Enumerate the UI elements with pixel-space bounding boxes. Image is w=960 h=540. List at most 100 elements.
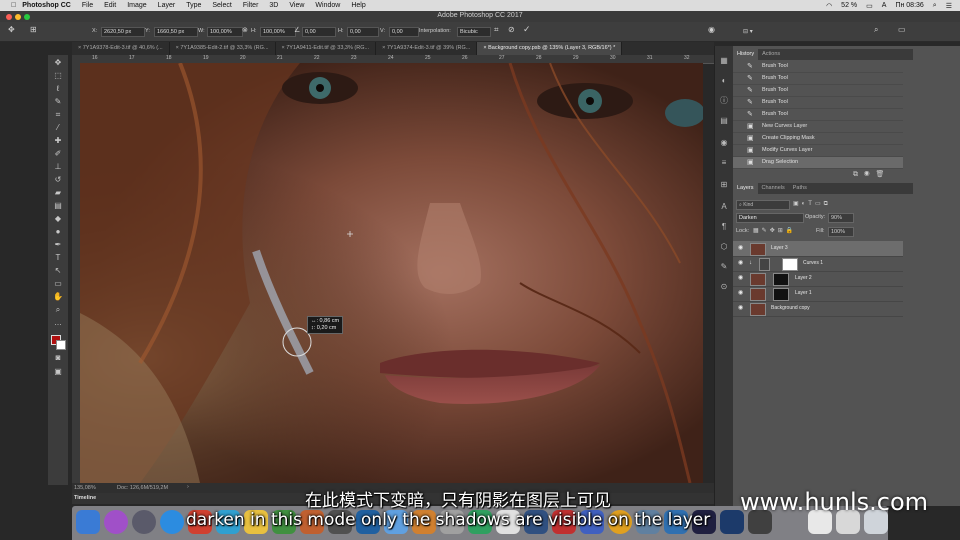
3d-panel-icon[interactable]: ⬡ <box>719 242 729 252</box>
layer-name[interactable]: Layer 2 <box>795 271 812 286</box>
history-item-current[interactable]: ▣ Drag Selection <box>733 157 903 169</box>
adjustments-panel-icon[interactable]: ≡ <box>719 158 729 168</box>
input-language[interactable]: A <box>882 2 887 9</box>
quick-select-tool-icon[interactable]: ✎ <box>52 97 64 107</box>
layer-name[interactable]: Layer 3 <box>771 241 788 256</box>
link-icon[interactable]: ⊗ <box>242 26 248 34</box>
interpolation-select[interactable]: Bicubic <box>457 27 491 37</box>
properties-panel-icon[interactable]: ⊞ <box>719 180 729 190</box>
layer-row[interactable]: ◉ Background copy <box>733 301 903 317</box>
background-color-swatch[interactable] <box>56 340 66 350</box>
lasso-tool-icon[interactable]: ℓ <box>52 84 64 94</box>
apple-icon[interactable]:  <box>11 2 16 9</box>
workspace-select[interactable]: ⊟ ▾ <box>743 28 753 35</box>
layer-row[interactable]: ◉ Layer 1 <box>733 286 903 302</box>
opacity-field[interactable]: 90% <box>828 213 854 223</box>
menu-3d[interactable]: 3D <box>269 2 278 9</box>
menu-window[interactable]: Window <box>315 2 340 9</box>
visibility-eye-icon[interactable]: ◉ <box>738 286 743 301</box>
workspace-icon[interactable]: ▭ <box>898 25 906 34</box>
history-panel-icon[interactable]: ▦ <box>719 56 729 66</box>
move-tool-icon[interactable]: ✥ <box>52 58 64 68</box>
marquee-tool-icon[interactable]: ⬚ <box>52 71 64 81</box>
tab-layers[interactable]: Layers <box>733 183 758 194</box>
clone-source-panel-icon[interactable]: ⊙ <box>719 282 729 292</box>
dodge-tool-icon[interactable]: ● <box>52 227 64 237</box>
vskew-field[interactable]: 0,00 <box>389 27 419 37</box>
history-item[interactable]: ▣ Create Clipping Mask <box>733 133 903 145</box>
y-field[interactable]: 1660,50 px <box>154 27 198 37</box>
menu-app-name[interactable]: Photoshop CC <box>22 2 71 9</box>
tab-doc-4[interactable]: × 7Y1A9374-Edit-3.tif @ 39% (RG... <box>376 42 478 55</box>
clone-stamp-tool-icon[interactable]: ⊥ <box>52 162 64 172</box>
layer-name[interactable]: Layer 1 <box>795 286 812 301</box>
x-field[interactable]: 2620,50 px <box>101 27 145 37</box>
status-arrow-icon[interactable]: › <box>187 484 189 490</box>
history-brush-tool-icon[interactable]: ↺ <box>52 175 64 185</box>
menu-help[interactable]: Help <box>351 2 365 9</box>
tab-history[interactable]: History <box>733 49 759 60</box>
navigator-panel-icon[interactable]: ▤ <box>719 116 729 126</box>
menu-file[interactable]: File <box>82 2 93 9</box>
more-tools-icon[interactable]: … <box>52 318 64 328</box>
layer-filter-kind[interactable]: ⌕ Kind <box>736 200 790 210</box>
spotlight-icon[interactable]: ⌕ <box>933 2 937 10</box>
commit-transform-icon[interactable]: ✓ <box>523 24 531 35</box>
visibility-eye-icon[interactable]: ◉ <box>738 241 743 256</box>
tab-actions[interactable]: Actions <box>758 49 784 60</box>
cancel-transform-icon[interactable]: ⊘ <box>508 25 515 34</box>
visibility-eye-icon[interactable]: ◉ <box>738 301 743 316</box>
history-item[interactable]: ▣ New Curves Layer <box>733 121 903 133</box>
layer-name[interactable]: Background copy <box>771 301 810 316</box>
tab-doc-active[interactable]: × Background copy.psb @ 135% (Layer 3, R… <box>477 42 623 55</box>
crop-tool-icon[interactable]: ⌗ <box>52 110 64 120</box>
tab-doc-1[interactable]: × 7Y1A9378-Edit-3.tif @ 40,6% (... <box>72 42 170 55</box>
color-panel-icon[interactable]: ◉ <box>719 138 729 148</box>
screen-mode-icon[interactable]: ▣ <box>52 367 64 377</box>
menu-image[interactable]: Image <box>127 2 146 9</box>
notification-center-icon[interactable]: ☰ <box>946 2 952 10</box>
tab-channels[interactable]: Channels <box>758 183 789 194</box>
layer-row[interactable]: ◉ Layer 2 <box>733 271 903 287</box>
battery-icon[interactable]: ▭ <box>866 2 873 10</box>
menu-view[interactable]: View <box>289 2 304 9</box>
lock-icons[interactable]: ▦✎✥⊞🔒 <box>753 227 796 234</box>
delete-state-icon[interactable]: 🗑 <box>876 171 891 178</box>
home-tool-icon[interactable]: ✥ <box>8 25 15 34</box>
doc-size[interactable]: Doc: 126,6M/519,2M <box>117 485 168 491</box>
finder-icon[interactable] <box>76 510 100 534</box>
history-item[interactable]: ✎ Brush Tool <box>733 109 903 121</box>
reference-point-icon[interactable]: ⊞ <box>30 25 37 34</box>
layer-row[interactable]: ◉ ↓ Curves 1 <box>733 256 903 272</box>
history-item[interactable]: ✎ Brush Tool <box>733 85 903 97</box>
angle-field[interactable]: 0,00 <box>302 27 336 37</box>
timeline-label[interactable]: Timeline <box>74 495 96 501</box>
battery-percent[interactable]: 52 % <box>841 2 857 9</box>
path-select-tool-icon[interactable]: ↖ <box>52 266 64 276</box>
tab-paths[interactable]: Paths <box>789 183 811 194</box>
menu-filter[interactable]: Filter <box>243 2 259 9</box>
layer-filter-icons[interactable]: ▣◐T▭⧉ <box>793 200 831 208</box>
height-field[interactable]: 100,00% <box>260 27 296 37</box>
history-item[interactable]: ✎ Brush Tool <box>733 73 903 85</box>
zoom-tool-icon[interactable]: ⌕ <box>52 305 64 315</box>
healing-tool-icon[interactable]: ✚ <box>52 136 64 146</box>
fill-field[interactable]: 100% <box>828 227 854 237</box>
search-icon[interactable]: ⌕ <box>874 25 878 35</box>
brush-panel-icon[interactable]: ✎ <box>719 262 729 272</box>
type-tool-icon[interactable]: T <box>52 253 64 263</box>
clock[interactable]: Пн 08:36 <box>895 2 923 9</box>
info-panel-icon[interactable]: ⓘ <box>719 96 729 106</box>
menu-type[interactable]: Type <box>186 2 201 9</box>
blend-mode-select[interactable]: Darken <box>736 213 804 223</box>
menu-edit[interactable]: Edit <box>104 2 116 9</box>
visibility-eye-icon[interactable]: ◉ <box>738 256 743 271</box>
safari-icon[interactable] <box>160 510 184 534</box>
tab-doc-2[interactable]: × 7Y1A9385-Edit-2.tif @ 33,3% (RG... <box>170 42 276 55</box>
paragraph-panel-icon[interactable]: ¶ <box>719 222 729 232</box>
history-item[interactable]: ✎ Brush Tool <box>733 97 903 109</box>
blur-tool-icon[interactable]: ◆ <box>52 214 64 224</box>
hskew-field[interactable]: 0,00 <box>347 27 379 37</box>
pen-tool-icon[interactable]: ✒ <box>52 240 64 250</box>
visibility-eye-icon[interactable]: ◉ <box>738 271 743 286</box>
